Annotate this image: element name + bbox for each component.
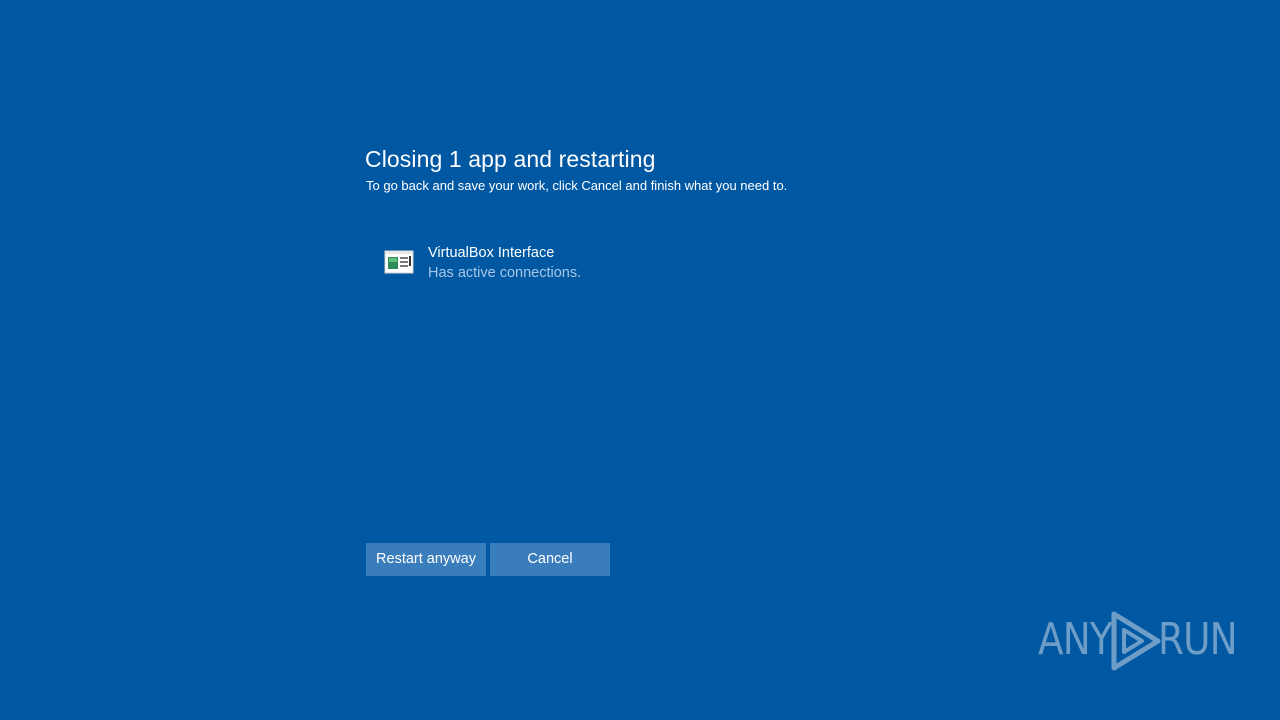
app-status: Has active connections. bbox=[428, 265, 582, 281]
watermark-right-text: RUN bbox=[1158, 614, 1238, 665]
app-name: VirtualBox Interface bbox=[428, 245, 555, 261]
page-title: Closing 1 app and restarting bbox=[365, 146, 656, 172]
restart-screen: Closing 1 app and restarting To go back … bbox=[0, 0, 1280, 720]
play-triangle-icon bbox=[1108, 608, 1164, 674]
page-subtitle: To go back and save your work, click Can… bbox=[366, 178, 788, 193]
restart-anyway-button[interactable]: Restart anyway bbox=[366, 543, 486, 576]
app-list-item: VirtualBox Interface Has active connecti… bbox=[384, 244, 804, 288]
cancel-button[interactable]: Cancel bbox=[490, 543, 610, 576]
watermark-left-text: ANY bbox=[1038, 614, 1113, 665]
anyrun-watermark: ANY RUN bbox=[1038, 608, 1238, 674]
application-window-icon bbox=[384, 250, 414, 274]
